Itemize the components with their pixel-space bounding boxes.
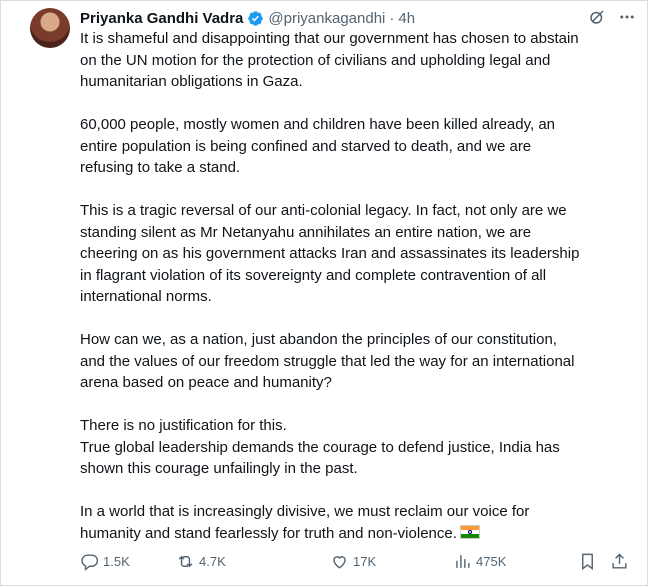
like-icon bbox=[330, 552, 349, 571]
like-count: 17K bbox=[353, 554, 377, 569]
post-paragraph: This is a tragic reversal of our anti-co… bbox=[80, 202, 580, 305]
action-bar: 1.5K 4.7K 17K 475K bbox=[80, 552, 636, 574]
post-paragraph-last: In a world that is increasingly divisive… bbox=[80, 501, 636, 544]
views-count: 475K bbox=[476, 554, 507, 569]
author-handle[interactable]: @priyankagandhi bbox=[268, 10, 385, 27]
reply-icon bbox=[80, 552, 99, 571]
post-text: It is shameful and disappointing that ou… bbox=[80, 28, 636, 544]
avatar[interactable] bbox=[30, 8, 70, 48]
separator: · bbox=[389, 9, 395, 27]
post-paragraph: It is shameful and disappointing that ou… bbox=[80, 30, 579, 90]
verified-badge-icon bbox=[247, 10, 264, 27]
reply-button[interactable]: 1.5K bbox=[80, 552, 130, 571]
author-name[interactable]: Priyanka Gandhi Vadra bbox=[80, 10, 243, 27]
bookmark-icon bbox=[578, 552, 597, 571]
like-button[interactable]: 17K bbox=[330, 552, 376, 571]
repost-count: 4.7K bbox=[199, 554, 226, 569]
post-paragraph: How can we, as a nation, just abandon th… bbox=[80, 331, 575, 391]
share-button[interactable] bbox=[610, 552, 629, 571]
views-icon bbox=[453, 552, 472, 571]
bookmark-button[interactable] bbox=[578, 552, 597, 571]
share-icon bbox=[610, 552, 629, 571]
post-paragraph: There is no justification for this. True… bbox=[80, 417, 560, 477]
views-button[interactable]: 475K bbox=[453, 552, 506, 571]
reply-count: 1.5K bbox=[103, 554, 130, 569]
post-time[interactable]: 4h bbox=[398, 10, 415, 27]
top-actions bbox=[588, 8, 636, 26]
repost-button[interactable]: 4.7K bbox=[176, 552, 226, 571]
grok-icon[interactable] bbox=[588, 8, 606, 26]
more-options-icon[interactable] bbox=[618, 8, 636, 26]
post-header: Priyanka Gandhi Vadra @priyankagandhi · … bbox=[80, 8, 415, 28]
repost-icon bbox=[176, 552, 195, 571]
india-flag-icon bbox=[459, 524, 480, 539]
post-paragraph: 60,000 people, mostly women and children… bbox=[80, 116, 556, 176]
